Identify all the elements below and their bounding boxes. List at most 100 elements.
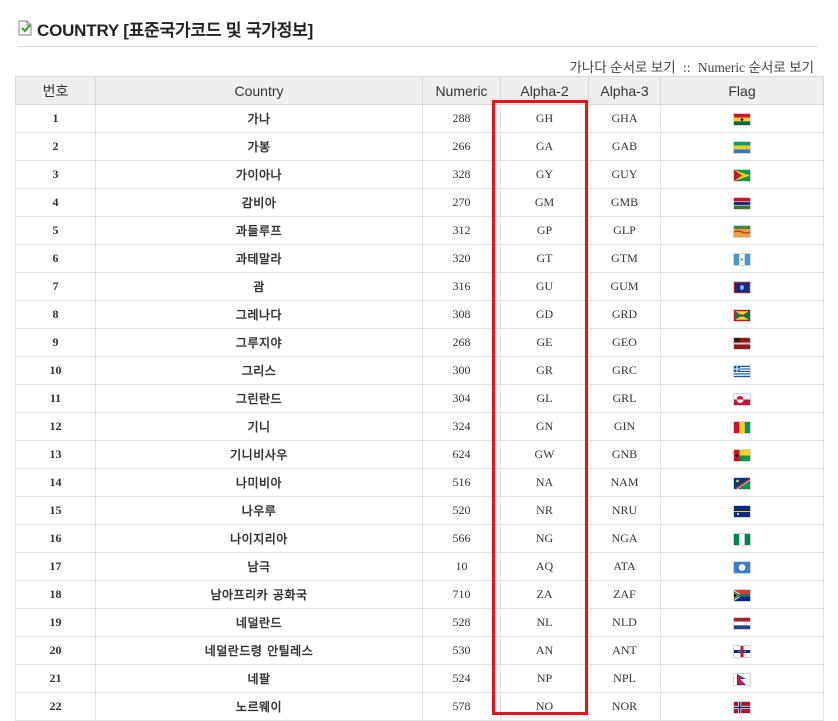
alpha3-code: GRC [588, 356, 661, 385]
alpha3-code: GUM [588, 272, 661, 301]
numeric-code: 324 [422, 412, 501, 441]
alpha3-code: NLD [588, 608, 661, 637]
numeric-code: 566 [422, 524, 501, 553]
alpha3-code: GRD [588, 300, 661, 329]
flag-cell [660, 244, 824, 273]
alpha2-code: GT [500, 244, 589, 273]
flag-icon-nr [734, 504, 750, 518]
country-name: 기니 [95, 412, 423, 441]
flag-cell [660, 104, 824, 133]
country-name: 남극 [95, 552, 423, 581]
flag-cell [660, 328, 824, 357]
table-row: 16 나이지리아 566 NG NGA [15, 524, 824, 553]
table-row: 11 그린란드 304 GL GRL [15, 384, 824, 413]
sort-hangul-link[interactable]: 가나다 순서로 보기 [570, 60, 676, 75]
table-row: 17 남극 10 AQ ATA [15, 552, 824, 581]
row-number: 18 [15, 580, 96, 609]
alpha2-code: GH [500, 104, 589, 133]
alpha3-code: GLP [588, 216, 661, 245]
row-number: 10 [15, 356, 96, 385]
alpha3-code: GUY [588, 160, 661, 189]
country-name: 네팔 [95, 664, 423, 693]
alpha3-code: ATA [588, 552, 661, 581]
row-number: 4 [15, 188, 96, 217]
numeric-code: 528 [422, 608, 501, 637]
numeric-code: 270 [422, 188, 501, 217]
alpha2-code: NG [500, 524, 589, 553]
country-name: 노르웨이 [95, 692, 423, 721]
flag-cell [660, 552, 824, 581]
flag-cell [660, 636, 824, 665]
row-number: 1 [15, 104, 96, 133]
row-number: 13 [15, 440, 96, 469]
alpha3-code: NGA [588, 524, 661, 553]
table-row: 18 남아프리카 공화국 710 ZA ZAF [15, 580, 824, 609]
flag-icon-za [734, 588, 750, 602]
document-icon [18, 20, 32, 36]
flag-icon-gn [734, 420, 750, 434]
alpha3-code: GEO [588, 328, 661, 357]
numeric-code: 320 [422, 244, 501, 273]
flag-icon-gm [734, 196, 750, 210]
page-title-bar: COUNTRY [표준국가코드 및 국가정보] [18, 14, 313, 42]
row-number: 16 [15, 524, 96, 553]
alpha2-code: GU [500, 272, 589, 301]
table-row: 5 과들루프 312 GP GLP [15, 216, 824, 245]
table-row: 22 노르웨이 578 NO NOR [15, 692, 824, 721]
flag-cell [660, 412, 824, 441]
sort-options: 가나다 순서로 보기 :: Numeric 순서로 보기 [570, 56, 814, 76]
alpha2-code: NO [500, 692, 589, 721]
flag-icon-gr [734, 364, 750, 378]
row-number: 22 [15, 692, 96, 721]
numeric-code: 304 [422, 384, 501, 413]
flag-cell [660, 496, 824, 525]
table-row: 21 네팔 524 NP NPL [15, 664, 824, 693]
table-row: 7 괌 316 GU GUM [15, 272, 824, 301]
country-name: 기니비사우 [95, 440, 423, 469]
row-number: 9 [15, 328, 96, 357]
flag-cell [660, 356, 824, 385]
sort-numeric-link[interactable]: Numeric 순서로 보기 [698, 60, 814, 75]
row-number: 3 [15, 160, 96, 189]
table-row: 9 그루지야 268 GE GEO [15, 328, 824, 357]
country-name: 그루지야 [95, 328, 423, 357]
numeric-code: 516 [422, 468, 501, 497]
flag-icon-gl [734, 392, 750, 406]
country-name: 가봉 [95, 132, 423, 161]
table-row: 19 네덜란드 528 NL NLD [15, 608, 824, 637]
alpha2-code: GD [500, 300, 589, 329]
row-number: 17 [15, 552, 96, 581]
numeric-code: 524 [422, 664, 501, 693]
flag-cell [660, 160, 824, 189]
page-title: COUNTRY [표준국가코드 및 국가정보] [37, 20, 314, 40]
flag-icon-ge [734, 336, 750, 350]
country-name: 나이지리아 [95, 524, 423, 553]
alpha3-code: NRU [588, 496, 661, 525]
row-number: 21 [15, 664, 96, 693]
flag-icon-ga [734, 140, 750, 154]
alpha2-code: GA [500, 132, 589, 161]
table-row: 20 네덜란드령 안틸레스 530 AN ANT [15, 636, 824, 665]
flag-icon-gy [734, 168, 750, 182]
table-row: 2 가봉 266 GA GAB [15, 132, 824, 161]
numeric-code: 710 [422, 580, 501, 609]
numeric-code: 520 [422, 496, 501, 525]
numeric-code: 312 [422, 216, 501, 245]
numeric-code: 308 [422, 300, 501, 329]
table-row: 15 나우루 520 NR NRU [15, 496, 824, 525]
flag-icon-nl [734, 616, 750, 630]
alpha3-code: GIN [588, 412, 661, 441]
country-table: 번호 Country Numeric Alpha-2 Alpha-3 Flag … [15, 76, 824, 721]
alpha2-code: AQ [500, 552, 589, 581]
alpha3-code: GHA [588, 104, 661, 133]
alpha2-code: GN [500, 412, 589, 441]
numeric-code: 328 [422, 160, 501, 189]
alpha2-code: GL [500, 384, 589, 413]
flag-icon-gt [734, 252, 750, 266]
flag-icon-no [734, 700, 750, 714]
alpha3-code: GAB [588, 132, 661, 161]
row-number: 11 [15, 384, 96, 413]
row-number: 20 [15, 636, 96, 665]
alpha3-code: ANT [588, 636, 661, 665]
row-number: 14 [15, 468, 96, 497]
